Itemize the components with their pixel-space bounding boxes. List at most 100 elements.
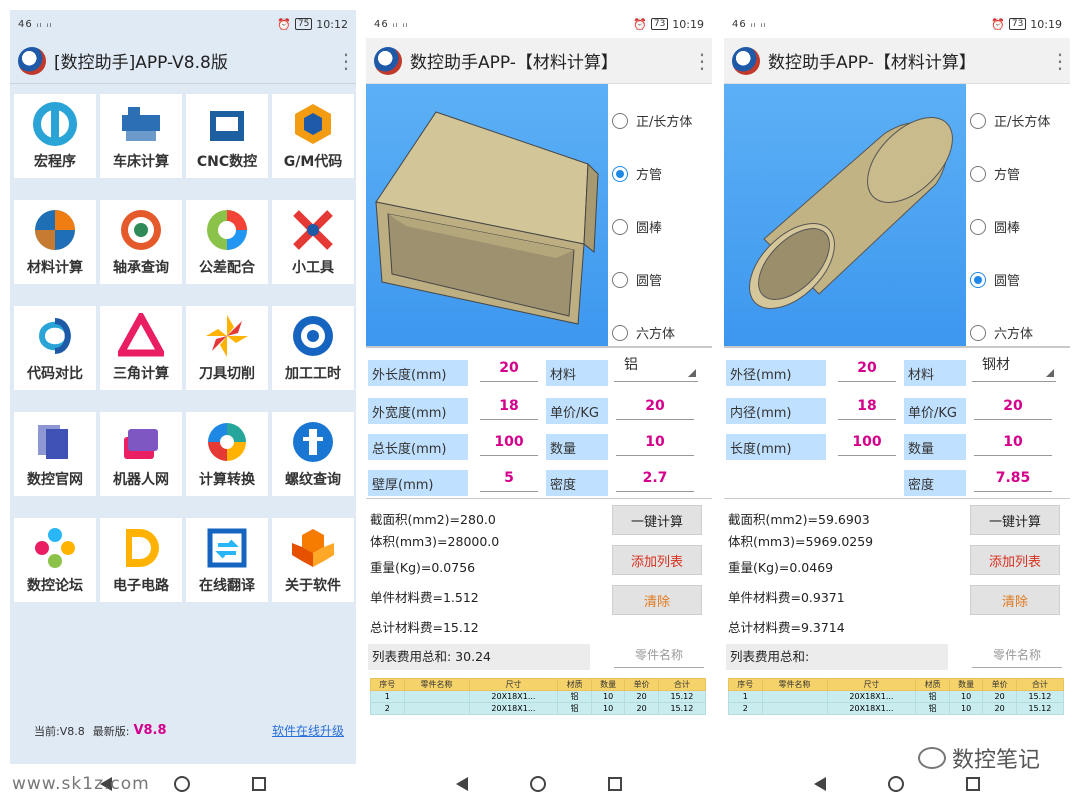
- clock: 10:19: [1030, 17, 1062, 31]
- table-row[interactable]: 2 20X18X1... 铝 10 20 15.12: [370, 702, 707, 715]
- calculate-button[interactable]: 一键计算: [970, 505, 1060, 535]
- wrench-icon: [293, 210, 333, 250]
- radio-round-tube[interactable]: 圆管: [608, 253, 712, 306]
- column-header: 零件名称: [761, 678, 828, 691]
- table-cell: 铝: [915, 690, 950, 703]
- tile-screw[interactable]: 螺纹查询: [272, 412, 354, 496]
- overflow-menu-icon[interactable]: ⋮: [1050, 51, 1070, 71]
- tile-label: 螺纹查询: [285, 472, 341, 488]
- tile-tolerance-ring[interactable]: 公差配合: [186, 200, 268, 284]
- part-name-input[interactable]: 零件名称: [614, 646, 704, 668]
- price-input[interactable]: 20: [616, 396, 694, 420]
- radio-button[interactable]: [970, 112, 986, 129]
- density-input[interactable]: 7.85: [974, 468, 1052, 492]
- tile-layers[interactable]: 数控官网: [14, 412, 96, 496]
- wall-thickness-input[interactable]: 5: [480, 468, 538, 492]
- home-icon[interactable]: [888, 776, 904, 792]
- radio-button[interactable]: [970, 324, 986, 341]
- tile-swirl[interactable]: 计算转换: [186, 412, 268, 496]
- outer-width-label: 外宽度(mm): [368, 398, 468, 424]
- tile-pinwheel[interactable]: 刀具切削: [186, 306, 268, 390]
- table-cell: 铝: [915, 702, 950, 715]
- radio-square-tube[interactable]: 方管: [966, 147, 1070, 200]
- table-row[interactable]: 2 20X18X1... 铝 10 20 15.12: [728, 702, 1065, 715]
- material-select[interactable]: 铝: [614, 356, 698, 382]
- radio-button[interactable]: [612, 324, 628, 341]
- inner-diameter-input[interactable]: 18: [838, 396, 896, 420]
- tile-hexagon[interactable]: G/M代码: [272, 94, 354, 178]
- calculate-button[interactable]: 一键计算: [612, 505, 702, 535]
- radio-square-tube[interactable]: 方管: [608, 147, 712, 200]
- table-cell: 铝: [557, 702, 592, 715]
- back-icon[interactable]: [456, 777, 468, 791]
- tile-d-letter[interactable]: 电子电路: [100, 518, 182, 602]
- overflow-menu-icon[interactable]: ⋮: [336, 51, 356, 71]
- back-icon[interactable]: [814, 777, 826, 791]
- tile-knot[interactable]: 代码对比: [14, 306, 96, 390]
- outer-diameter-input[interactable]: 20: [838, 358, 896, 382]
- overflow-menu-icon[interactable]: ⋮: [692, 51, 712, 71]
- input-fields: 外长度(mm) 20 材料 铝 外宽度(mm) 18 单价/KG 20 总长度(…: [366, 348, 712, 498]
- table-cell: 15.12: [657, 702, 707, 715]
- tile-label: 关于软件: [285, 578, 341, 594]
- tile-label: 机器人网: [113, 472, 169, 488]
- radio-button-selected[interactable]: [970, 271, 986, 288]
- clear-button[interactable]: 清除: [970, 585, 1060, 615]
- material-label: 材料: [904, 360, 966, 386]
- tile-lathe[interactable]: 车床计算: [100, 94, 182, 178]
- hexagon-icon: [295, 104, 331, 144]
- radio-button[interactable]: [612, 218, 628, 235]
- tile-triangle[interactable]: 三角计算: [100, 306, 182, 390]
- part-name-input[interactable]: 零件名称: [972, 646, 1062, 668]
- total-length-input[interactable]: 100: [480, 432, 538, 456]
- tile-cnc-machine[interactable]: CNC数控: [186, 94, 268, 178]
- clear-button[interactable]: 清除: [612, 585, 702, 615]
- app-bar: 数控助手APP-【材料计算】 ⋮: [724, 38, 1070, 84]
- tile-cubes[interactable]: 关于软件: [272, 518, 354, 602]
- alarm-icon: ⏰: [633, 17, 647, 31]
- radio-button[interactable]: [612, 271, 628, 288]
- outer-width-input[interactable]: 18: [480, 396, 538, 420]
- radio-round-bar[interactable]: 圆棒: [966, 200, 1070, 253]
- price-input[interactable]: 20: [974, 396, 1052, 420]
- radio-button-selected[interactable]: [612, 165, 628, 182]
- add-to-list-button[interactable]: 添加列表: [970, 545, 1060, 575]
- upgrade-link[interactable]: 软件在线升级: [272, 722, 344, 739]
- quantity-input[interactable]: 10: [616, 432, 694, 456]
- density-input[interactable]: 2.7: [616, 468, 694, 492]
- wall-thickness-label: 壁厚(mm): [368, 470, 468, 496]
- table-cell: 2: [728, 702, 763, 715]
- quantity-input[interactable]: 10: [974, 432, 1052, 456]
- app-bar: [数控助手]APP-V8.8版 ⋮: [10, 38, 356, 84]
- tile-flower[interactable]: 数控论坛: [14, 518, 96, 602]
- recent-apps-icon[interactable]: [966, 777, 980, 791]
- radio-round-tube[interactable]: 圆管: [966, 253, 1070, 306]
- radio-round-bar[interactable]: 圆棒: [608, 200, 712, 253]
- table-row[interactable]: 1 20X18X1... 铝 10 20 15.12: [370, 690, 707, 703]
- tile-pie[interactable]: 材料计算: [14, 200, 96, 284]
- outer-length-input[interactable]: 20: [480, 358, 538, 382]
- recent-apps-icon[interactable]: [252, 777, 266, 791]
- tile-cards[interactable]: 机器人网: [100, 412, 182, 496]
- tile-bearing[interactable]: 轴承查询: [100, 200, 182, 284]
- radio-button[interactable]: [970, 165, 986, 182]
- home-icon[interactable]: [530, 776, 546, 792]
- add-to-list-button[interactable]: 添加列表: [612, 545, 702, 575]
- radio-cuboid[interactable]: 正/长方体: [966, 94, 1070, 147]
- tile-label: 数控论坛: [27, 578, 83, 594]
- tile-label: 三角计算: [113, 366, 169, 382]
- radio-button[interactable]: [970, 218, 986, 235]
- radio-cuboid[interactable]: 正/长方体: [608, 94, 712, 147]
- results-area: 截面积(mm2)=280.0 体积(mm3)=28000.0 重量(Kg)=0.…: [366, 498, 712, 640]
- radio-button[interactable]: [612, 112, 628, 129]
- material-select[interactable]: 钢材: [972, 356, 1056, 382]
- length-input[interactable]: 100: [838, 432, 896, 456]
- column-header: 尺寸: [468, 678, 559, 691]
- recent-apps-icon[interactable]: [608, 777, 622, 791]
- tile-wrench[interactable]: 小工具: [272, 200, 354, 284]
- home-icon[interactable]: [174, 776, 190, 792]
- tile-exchange[interactable]: 在线翻译: [186, 518, 268, 602]
- table-row[interactable]: 1 20X18X1... 铝 10 20 15.12: [728, 690, 1065, 703]
- tile-puzzle[interactable]: 宏程序: [14, 94, 96, 178]
- tile-clock-ring[interactable]: 加工工时: [272, 306, 354, 390]
